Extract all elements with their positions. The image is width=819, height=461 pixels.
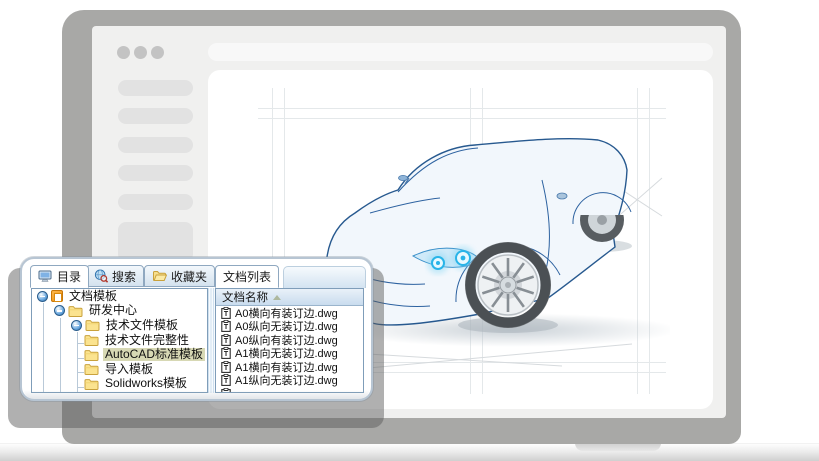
panel-splitter bbox=[208, 288, 215, 393]
tree-item-selected[interactable]: AutoCAD标准模板 bbox=[32, 347, 207, 362]
tab-search[interactable]: 搜索 bbox=[86, 265, 144, 287]
window-dot bbox=[151, 46, 164, 59]
tree-item[interactable]: 研发中心 bbox=[32, 304, 207, 319]
tree-guide-line bbox=[60, 318, 61, 393]
dwg-file-icon: T bbox=[221, 307, 231, 319]
tree-item[interactable]: 导入模板 bbox=[32, 362, 207, 377]
sidebar-item-placeholder bbox=[118, 108, 193, 124]
tree-item[interactable]: Solidworks模板 bbox=[32, 377, 207, 392]
tree-item-label: 导入模板 bbox=[103, 363, 155, 376]
svg-text:T: T bbox=[224, 311, 229, 318]
laptop-hinge-notch bbox=[575, 443, 661, 451]
sheet-trim-line bbox=[258, 108, 666, 109]
computer-icon bbox=[38, 270, 53, 283]
minus-expander-icon[interactable] bbox=[37, 291, 48, 302]
tree-item-label: 技术文件完整性 bbox=[103, 334, 191, 347]
template-root-icon bbox=[51, 290, 63, 302]
tree-guide-line bbox=[77, 343, 84, 344]
tab-label: 搜索 bbox=[112, 268, 136, 285]
tab-directory[interactable]: 目录 bbox=[30, 265, 89, 288]
tab-label: 收藏夹 bbox=[171, 268, 207, 285]
tab-document-list[interactable]: 文档列表 bbox=[215, 265, 279, 288]
tree-guide-line bbox=[77, 358, 84, 359]
list-header-label: 文档名称 bbox=[222, 289, 268, 305]
window-dot bbox=[117, 46, 130, 59]
tree-guide-line bbox=[77, 372, 84, 373]
svg-text:T: T bbox=[224, 324, 229, 331]
tree-guide-line bbox=[77, 387, 84, 388]
dwg-file-icon: T bbox=[221, 361, 231, 373]
svg-text:T: T bbox=[224, 365, 229, 372]
dwg-file-icon: T bbox=[221, 320, 231, 332]
window-dot bbox=[134, 46, 147, 59]
folder-icon bbox=[68, 305, 83, 317]
sidebar-block-placeholder bbox=[118, 222, 193, 262]
folder-icon bbox=[84, 334, 99, 346]
folder-icon bbox=[85, 319, 100, 331]
sort-asc-icon bbox=[273, 295, 281, 300]
sidebar-item-placeholder bbox=[118, 165, 193, 181]
panel-bottom-curl bbox=[24, 390, 369, 399]
tree-guide-line bbox=[77, 332, 78, 393]
tree-item[interactable]: 技术文件完整性 bbox=[32, 333, 207, 348]
tree-item-label: 文档模板 bbox=[67, 290, 119, 303]
search-globe-icon bbox=[94, 269, 108, 283]
dwg-file-icon: T bbox=[221, 374, 231, 386]
svg-text:T: T bbox=[224, 378, 229, 385]
minus-expander-icon[interactable] bbox=[71, 320, 82, 331]
tree-item-label: Solidworks模板 bbox=[103, 377, 189, 390]
sidebar-item-placeholder bbox=[118, 80, 193, 96]
svg-text:T: T bbox=[224, 351, 229, 358]
tab-favorites[interactable]: 收藏夹 bbox=[144, 265, 215, 287]
tree-item[interactable]: 技术文件模板 bbox=[32, 318, 207, 333]
folder-icon bbox=[84, 349, 99, 361]
svg-text:T: T bbox=[224, 338, 229, 345]
document-explorer-popup: 目录 搜索 收藏夹 文档列表 文档模板 研发中心 bbox=[20, 257, 373, 401]
list-item[interactable]: T A1纵向无装订边.dwg bbox=[216, 374, 363, 388]
laptop-base bbox=[0, 443, 819, 461]
tree-item-root[interactable]: 文档模板 bbox=[32, 289, 207, 304]
file-name: A1纵向无装订边.dwg bbox=[235, 372, 338, 388]
tree-item-label: 技术文件模板 bbox=[104, 319, 180, 332]
tree-item-label: AutoCAD标准模板 bbox=[103, 348, 205, 361]
tree-item-label: 研发中心 bbox=[87, 304, 139, 317]
tab-label: 目录 bbox=[57, 268, 81, 285]
folder-icon bbox=[84, 378, 99, 390]
favorites-folder-icon bbox=[152, 270, 167, 282]
sidebar-item-placeholder bbox=[118, 194, 193, 210]
dwg-file-icon: T bbox=[221, 347, 231, 359]
sidebar-item-placeholder bbox=[118, 137, 193, 153]
tab-strip-filler bbox=[283, 266, 366, 288]
folder-icon bbox=[84, 363, 99, 375]
dwg-file-icon: T bbox=[221, 334, 231, 346]
address-bar-placeholder bbox=[208, 43, 713, 61]
tree-guide-line bbox=[43, 303, 44, 393]
list-header-document-name[interactable]: 文档名称 bbox=[216, 289, 363, 306]
tab-label: 文档列表 bbox=[223, 268, 271, 285]
directory-tree: 文档模板 研发中心 技术文件模板 技术文件完整性 AutoCAD标准模板 导入模… bbox=[31, 288, 208, 393]
minus-expander-icon[interactable] bbox=[54, 305, 65, 316]
document-list: 文档名称 T A0横向有装订边.dwg T A0纵向无装订边.dwg T A0纵… bbox=[215, 288, 364, 393]
